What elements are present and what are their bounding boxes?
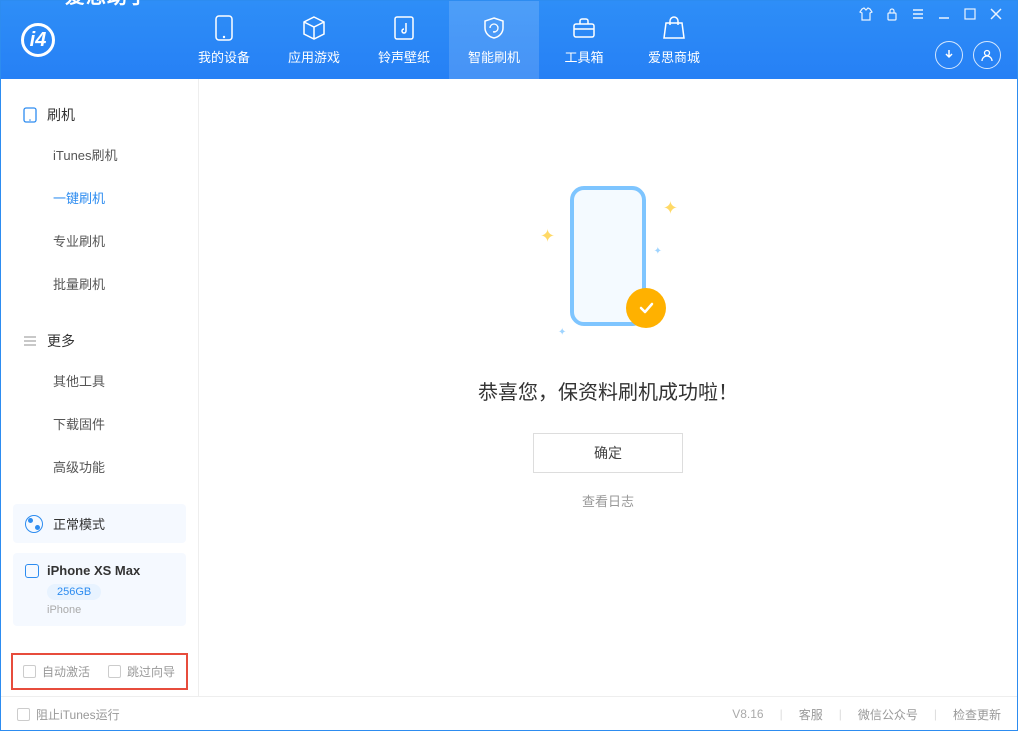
sidebar-item-itunes-flash[interactable]: iTunes刷机 [1,133,198,176]
mode-card[interactable]: 正常模式 [13,504,186,543]
sidebar-group-title: 刷机 [47,105,75,125]
window-controls [859,7,1005,23]
footer-link-wechat[interactable]: 微信公众号 [858,706,918,723]
music-file-icon [391,15,417,41]
checkbox-skip-guide[interactable]: 跳过向导 [108,663,175,680]
app-name: 爱思助手 [65,0,149,89]
nav-label: 我的设备 [198,47,250,66]
success-message: 恭喜您，保资料刷机成功啦！ [478,376,738,405]
sidebar-item-other-tools[interactable]: 其他工具 [1,359,198,402]
device-type: iPhone [47,604,174,616]
minimize-icon[interactable] [937,7,953,23]
shirt-icon[interactable] [859,7,875,23]
sidebar-group-flash: 刷机 iTunes刷机 一键刷机 专业刷机 批量刷机 [1,97,198,305]
toolbox-icon [571,15,597,41]
sidebar-item-download-firmware[interactable]: 下载固件 [1,402,198,445]
refresh-shield-icon [481,15,507,41]
nav-toolbox[interactable]: 工具箱 [539,1,629,79]
header-action-circles [935,41,1001,69]
sidebar: 刷机 iTunes刷机 一键刷机 专业刷机 批量刷机 更多 其他工具 下载固件 … [1,79,199,696]
sidebar-header-flash[interactable]: 刷机 [1,97,198,133]
checkbox-icon [17,708,30,721]
checkbox-auto-activate[interactable]: 自动激活 [23,663,90,680]
sidebar-group-more: 更多 其他工具 下载固件 高级功能 [1,323,198,488]
checkbox-label: 自动激活 [42,663,90,680]
nav-label: 智能刷机 [468,47,520,66]
checkbox-icon [23,665,36,678]
sparkle-icon: ✦ [540,226,555,247]
sidebar-item-pro-flash[interactable]: 专业刷机 [1,219,198,262]
sparkle-icon: ✦ [663,198,678,219]
footer-link-update[interactable]: 检查更新 [953,706,1001,723]
sidebar-header-more[interactable]: 更多 [1,323,198,359]
sidebar-item-batch-flash[interactable]: 批量刷机 [1,262,198,305]
phone-icon [25,564,39,578]
device-storage: 256GB [47,584,101,600]
checkbox-icon [108,665,121,678]
user-button[interactable] [973,41,1001,69]
download-button[interactable] [935,41,963,69]
menu-icon[interactable] [911,7,927,23]
nav-my-device[interactable]: 我的设备 [179,1,269,79]
highlighted-options: 自动激活 跳过向导 [11,653,188,690]
app-body: 刷机 iTunes刷机 一键刷机 专业刷机 批量刷机 更多 其他工具 下载固件 … [1,79,1017,696]
nav-ringtones-wallpapers[interactable]: 铃声壁纸 [359,1,449,79]
footer: 阻止iTunes运行 V8.16 | 客服 | 微信公众号 | 检查更新 [1,696,1017,731]
checkbox-stop-itunes[interactable]: 阻止iTunes运行 [17,706,120,723]
footer-link-support[interactable]: 客服 [799,706,823,723]
lock-icon[interactable] [885,7,901,23]
app-header: i4 爱思助手 www.i4.cn 我的设备 应用游戏 铃声壁纸 智能刷机 工具… [1,1,1017,79]
close-icon[interactable] [989,7,1005,23]
sparkle-icon: ✦ [558,327,566,338]
cube-icon [301,15,327,41]
list-icon [23,334,37,348]
nav-label: 工具箱 [564,47,603,66]
success-illustration: ✦ ✦ ✦ ✦ [548,186,668,346]
sidebar-group-title: 更多 [47,331,75,351]
nav-label: 铃声壁纸 [378,47,430,66]
phone-icon [211,15,237,41]
checkbox-label: 跳过向导 [127,663,175,680]
sparkle-icon: ✦ [654,246,662,257]
nav-apps-games[interactable]: 应用游戏 [269,1,359,79]
view-log-link[interactable]: 查看日志 [582,491,634,510]
nav-smart-flash[interactable]: 智能刷机 [449,1,539,79]
mode-label: 正常模式 [53,514,105,533]
main-content: ✦ ✦ ✦ ✦ 恭喜您，保资料刷机成功啦！ 确定 查看日志 [199,79,1017,696]
device-name: iPhone XS Max [47,563,140,578]
checkbox-label: 阻止iTunes运行 [36,706,120,723]
top-nav: 我的设备 应用游戏 铃声壁纸 智能刷机 工具箱 爱思商城 [179,1,719,79]
nav-label: 爱思商城 [648,47,700,66]
tablet-icon [23,107,37,123]
check-badge-icon [626,288,666,328]
confirm-button[interactable]: 确定 [533,433,683,473]
sidebar-item-oneclick-flash[interactable]: 一键刷机 [1,176,198,219]
normal-mode-icon [25,515,43,533]
maximize-icon[interactable] [963,7,979,23]
logo-icon: i4 [21,23,55,57]
nav-label: 应用游戏 [288,47,340,66]
sidebar-item-advanced[interactable]: 高级功能 [1,445,198,488]
nav-store[interactable]: 爱思商城 [629,1,719,79]
bag-icon [661,15,687,41]
version-label: V8.16 [732,707,763,721]
device-card[interactable]: iPhone XS Max 256GB iPhone [13,553,186,626]
